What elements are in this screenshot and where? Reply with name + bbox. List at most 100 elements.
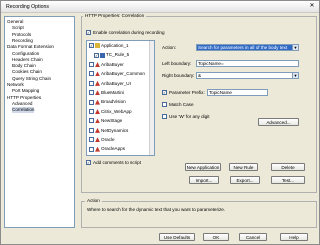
list-item-label: BroadVision [101, 99, 126, 105]
nav-item[interactable]: HTTP Properties [7, 95, 41, 101]
parameter-prefix-field[interactable]: TopicName [207, 89, 268, 96]
list-item[interactable]: Oracle [89, 137, 115, 143]
list-item-checkbox[interactable] [89, 90, 94, 96]
test-button[interactable]: Test... [271, 176, 305, 184]
app-icon [95, 90, 100, 96]
use-w-label: Use 'W' for any digit [169, 114, 210, 119]
nav-item[interactable]: Correlation [12, 107, 35, 114]
list-scrollbar[interactable] [149, 41, 154, 155]
nav-item[interactable]: Advanced [12, 101, 32, 107]
use-defaults-button[interactable]: Use Defaults [159, 233, 195, 241]
list-item-checkbox[interactable] [89, 118, 94, 124]
list-item-checkbox[interactable] [89, 99, 94, 105]
action-label: Action: [162, 45, 177, 50]
app-icon [95, 127, 100, 133]
list-item[interactable]: ✓ Application_1 [89, 43, 129, 49]
left-boundary-field[interactable]: TopicName= [196, 60, 299, 67]
list-item-checkbox[interactable]: ✓ [94, 52, 99, 58]
nav-item[interactable]: Data Format Extension [7, 44, 54, 50]
chevron-down-icon[interactable]: ▼ [292, 45, 298, 50]
cancel-button[interactable]: Cancel [239, 233, 267, 241]
application-rule-list[interactable]: ✓ Application_1 ✓ TC_Rule_5 AribaBuyer AribaB… [86, 40, 155, 156]
action-box-text: Where to search for the dynamic text tha… [87, 207, 226, 212]
delete-button[interactable]: Delete [271, 163, 305, 171]
app-icon [95, 118, 100, 124]
list-item-label: NetDynamics [101, 127, 129, 133]
nav-item[interactable]: Headers Chain [12, 57, 43, 63]
new-rule-button[interactable]: New Rule [229, 163, 258, 171]
nav-item[interactable]: General [7, 19, 23, 25]
help-button[interactable]: Help [280, 233, 308, 241]
export-button[interactable]: Export... [230, 176, 260, 184]
chevron-down-icon[interactable]: ▼ [292, 73, 298, 78]
list-item[interactable]: NewStage [89, 118, 122, 124]
left-boundary-label: Left boundary: [162, 61, 192, 66]
enable-correlation-label: Enable correlation during recording [93, 30, 165, 35]
parameter-prefix-checkbox[interactable]: ✓ [162, 90, 167, 95]
list-item[interactable]: AribaBuyer_Common [89, 71, 145, 77]
nav-item[interactable]: Configuration [12, 51, 39, 57]
enable-correlation-checkbox[interactable]: ✓ [86, 30, 91, 35]
nav-item[interactable]: Cookies Chain [12, 69, 42, 75]
folder-icon [95, 43, 100, 49]
list-item-checkbox[interactable] [89, 127, 94, 133]
action-dropdown[interactable]: Search for parameters in all of the body… [196, 44, 299, 51]
app-icon [95, 62, 100, 68]
close-icon[interactable]: ✕ [308, 3, 316, 10]
add-comments-checkbox[interactable]: ✓ [86, 160, 91, 165]
import-button[interactable]: Import... [189, 176, 219, 184]
app-icon [95, 71, 100, 77]
rule-icon [100, 52, 105, 58]
list-item-checkbox[interactable] [89, 137, 94, 143]
action-dropdown-value: Search for parameters in all of the body… [198, 45, 288, 50]
advanced-button[interactable]: Advanced... [258, 118, 299, 126]
action-box-title: Action [85, 198, 102, 203]
list-item[interactable]: ✓ TC_Rule_5 [94, 52, 129, 58]
parameter-prefix-label: Parameter Prefix: [169, 90, 205, 95]
add-comments-label: Add comments to script [93, 160, 141, 165]
list-item[interactable]: BlueMartini [89, 90, 124, 96]
list-item[interactable]: NetDynamics [89, 128, 128, 134]
list-item-checkbox[interactable] [89, 71, 94, 77]
nav-item[interactable]: Query String Chain [12, 76, 51, 82]
app-icon [95, 99, 100, 105]
list-item-checkbox[interactable] [89, 146, 94, 152]
window-title: Recording Options [6, 4, 49, 10]
use-w-checkbox[interactable] [162, 114, 167, 119]
list-item-label: AribaBuyer_Common [101, 71, 145, 77]
list-item-label: Oracle [101, 137, 115, 142]
action-description-box [81, 201, 317, 228]
list-item-checkbox[interactable] [89, 62, 94, 68]
left-boundary-value: TopicName= [198, 61, 224, 66]
correlation-group-title: HTTP Properties: Correlation [83, 13, 147, 18]
list-item[interactable]: BroadVision [89, 99, 126, 105]
list-item-checkbox[interactable]: ✓ [89, 43, 94, 49]
nav-item[interactable]: Recording [12, 38, 33, 44]
ok-button[interactable]: OK [203, 233, 229, 241]
parameter-prefix-value: TopicName [209, 90, 232, 95]
nav-item[interactable]: Protocols [12, 32, 31, 38]
list-item[interactable]: OracleApps [89, 146, 125, 152]
right-boundary-dropdown[interactable]: & ▼ [196, 72, 299, 79]
nav-item[interactable]: Network [7, 82, 24, 88]
list-item-checkbox[interactable] [89, 80, 94, 86]
app-icon [95, 146, 100, 152]
list-item-label: Application_1 [101, 43, 129, 48]
title-bar[interactable]: Recording Options ✕ [1, 1, 319, 13]
list-item[interactable]: AribaBuyer [89, 62, 124, 68]
list-item-checkbox[interactable] [89, 109, 94, 115]
match-case-checkbox[interactable] [162, 102, 167, 107]
app-icon [95, 109, 100, 115]
list-item[interactable]: Citrix_WebApp [89, 109, 132, 115]
options-tree[interactable]: General Script Protocols Recording Data Form… [4, 16, 75, 228]
nav-item[interactable]: Script [12, 25, 24, 31]
list-item-label: Citrix_WebApp [101, 108, 132, 114]
nav-item[interactable]: Port Mapping [12, 88, 39, 94]
new-application-button[interactable]: New Application [185, 163, 221, 171]
nav-item[interactable]: Body Chain [12, 63, 36, 69]
right-boundary-label: Right boundary: [162, 73, 195, 78]
match-case-label: Match Case [169, 102, 194, 107]
app-icon [95, 80, 100, 86]
list-item[interactable]: AribaBuyer_UI [89, 81, 131, 87]
list-item-label: NewStage [101, 118, 123, 124]
